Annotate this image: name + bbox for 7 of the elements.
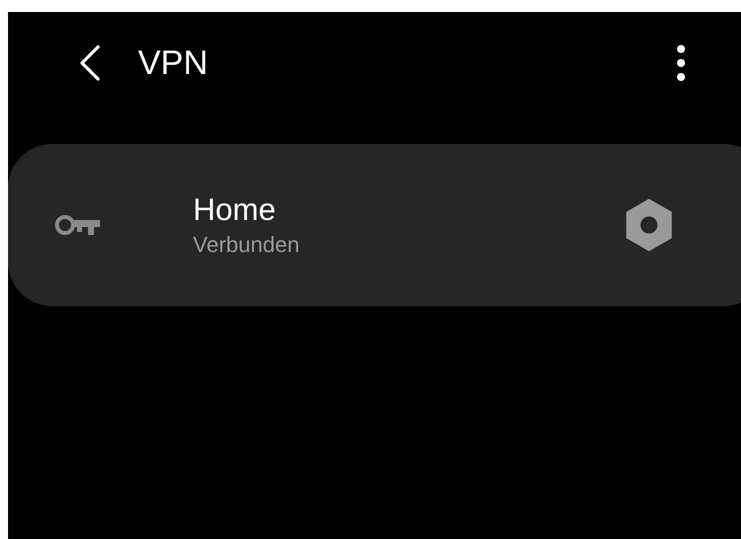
connection-status: Verbunden [193,231,300,259]
vpn-profile-card[interactable]: Home Verbunden [8,144,741,306]
key-icon [54,214,102,236]
profile-name: Home [193,191,277,229]
page-title: VPN [138,46,208,80]
more-icon [676,45,686,81]
back-icon [79,45,101,81]
